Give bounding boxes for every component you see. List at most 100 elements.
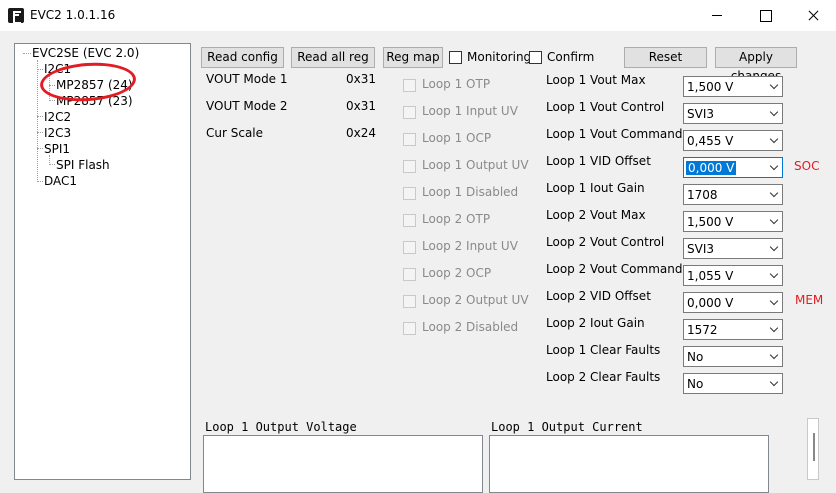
tree-connector bbox=[37, 60, 38, 182]
loop2-otp-label: Loop 2 OTP bbox=[422, 212, 491, 226]
chevron-down-icon bbox=[769, 269, 779, 279]
loop1-output-uv-label: Loop 1 Output UV bbox=[422, 158, 529, 172]
tree-connector bbox=[49, 164, 55, 165]
close-button[interactable] bbox=[790, 0, 836, 31]
tree-connector bbox=[49, 100, 55, 101]
chevron-down-icon bbox=[769, 242, 779, 252]
loop2-vout-control-select[interactable]: SVI3 bbox=[683, 238, 783, 259]
loop1-iout-gain-select[interactable]: 1708 bbox=[683, 184, 783, 205]
loop1-otp-label: Loop 1 OTP bbox=[422, 77, 491, 91]
reset-button[interactable]: Reset bbox=[624, 47, 707, 68]
vout-mode-1-value: 0x31 bbox=[346, 72, 377, 86]
title-bar: EVC2 1.0.1.16 bbox=[0, 0, 836, 31]
device-tree[interactable]: EVC2SE (EVC 2.0) I2C1 MP2857 (24) MP2857… bbox=[14, 43, 191, 480]
loop2-vout-control-label: Loop 2 Vout Control bbox=[546, 235, 665, 249]
read-config-button[interactable]: Read config bbox=[201, 47, 284, 68]
tree-item-spi1[interactable]: SPI1 bbox=[44, 142, 70, 156]
loop1-vout-max-value: 1,500 V bbox=[687, 80, 734, 94]
loop1-iout-gain-value: 1708 bbox=[687, 188, 718, 202]
loop1-vout-control-select[interactable]: SVI3 bbox=[683, 103, 783, 124]
tree-item-i2c2[interactable]: I2C2 bbox=[44, 110, 71, 124]
loop2-iout-gain-select[interactable]: 1572 bbox=[683, 319, 783, 340]
vout-mode-2-value: 0x31 bbox=[346, 99, 377, 113]
loop2-vid-offset-value: 0,000 V bbox=[687, 296, 734, 310]
app-icon bbox=[8, 8, 24, 24]
mem-annotation: MEM bbox=[795, 293, 824, 307]
loop1-vout-max-select[interactable]: 1,500 V bbox=[683, 76, 783, 97]
output-current-title: Loop 1 Output Current bbox=[491, 420, 643, 434]
chevron-down-icon bbox=[769, 296, 779, 306]
loop2-vout-max-label: Loop 2 Vout Max bbox=[546, 208, 646, 222]
tree-connector bbox=[23, 53, 31, 54]
loop2-clear-faults-value: No bbox=[687, 377, 704, 391]
maximize-button[interactable] bbox=[742, 0, 788, 31]
vout-mode-1-label: VOUT Mode 1 bbox=[206, 72, 288, 86]
tree-item-dac1[interactable]: DAC1 bbox=[44, 174, 77, 188]
loop1-clear-faults-label: Loop 1 Clear Faults bbox=[546, 343, 661, 357]
cur-scale-label: Cur Scale bbox=[206, 126, 264, 140]
output-current-graph bbox=[489, 435, 769, 493]
tree-connector bbox=[37, 132, 43, 133]
chevron-down-icon bbox=[769, 350, 779, 360]
tree-connector bbox=[37, 69, 43, 70]
loop2-vout-max-value: 1,500 V bbox=[687, 215, 734, 229]
output-voltage-graph bbox=[203, 435, 483, 493]
soc-annotation: SOC bbox=[794, 159, 820, 173]
tree-item-spi-flash[interactable]: SPI Flash bbox=[56, 158, 110, 172]
loop2-clear-faults-select[interactable]: No bbox=[683, 373, 783, 394]
reg-map-button[interactable]: Reg map bbox=[383, 47, 443, 68]
chevron-down-icon bbox=[769, 188, 779, 198]
loop1-input-uv-checkbox bbox=[403, 106, 416, 119]
vout-mode-2-label: VOUT Mode 2 bbox=[206, 99, 288, 113]
chevron-down-icon bbox=[769, 323, 779, 333]
window-title: EVC2 1.0.1.16 bbox=[30, 8, 116, 22]
loop1-disabled-label: Loop 1 Disabled bbox=[422, 185, 519, 199]
loop2-input-uv-label: Loop 2 Input UV bbox=[422, 239, 518, 253]
tree-connector bbox=[37, 116, 43, 117]
loop2-iout-gain-value: 1572 bbox=[687, 323, 718, 337]
loop2-disabled-checkbox bbox=[403, 322, 416, 335]
loop2-vout-command-select[interactable]: 1,055 V bbox=[683, 265, 783, 286]
loop2-disabled-label: Loop 2 Disabled bbox=[422, 320, 519, 334]
loop1-ocp-label: Loop 1 OCP bbox=[422, 131, 492, 145]
loop2-vid-offset-select[interactable]: 0,000 V bbox=[683, 292, 783, 313]
read-all-reg-button[interactable]: Read all reg bbox=[291, 47, 375, 68]
loop2-iout-gain-label: Loop 2 Iout Gain bbox=[546, 316, 645, 330]
loop1-clear-faults-select[interactable]: No bbox=[683, 346, 783, 367]
loop2-otp-checkbox bbox=[403, 214, 416, 227]
loop1-vout-max-label: Loop 1 Vout Max bbox=[546, 73, 646, 87]
loop1-vout-control-label: Loop 1 Vout Control bbox=[546, 100, 665, 114]
chevron-down-icon bbox=[769, 80, 779, 90]
tree-item-evc2se[interactable]: EVC2SE (EVC 2.0) bbox=[32, 46, 139, 60]
apply-changes-button[interactable]: Apply changes bbox=[715, 47, 797, 83]
loop1-ocp-checkbox bbox=[403, 133, 416, 146]
loop1-vid-offset-select[interactable]: 0,000 V bbox=[683, 157, 783, 178]
loop2-vout-command-value: 1,055 V bbox=[687, 269, 734, 283]
chevron-down-icon bbox=[769, 377, 779, 387]
tree-item-i2c3[interactable]: I2C3 bbox=[44, 126, 71, 140]
minimize-button[interactable] bbox=[694, 0, 740, 31]
loop2-vout-max-select[interactable]: 1,500 V bbox=[683, 211, 783, 232]
vertical-scrollbar[interactable] bbox=[807, 418, 819, 480]
loop2-ocp-label: Loop 2 OCP bbox=[422, 266, 492, 280]
loop1-otp-checkbox bbox=[403, 79, 416, 92]
loop1-vout-control-value: SVI3 bbox=[687, 107, 714, 121]
loop1-input-uv-label: Loop 1 Input UV bbox=[422, 104, 518, 118]
loop2-ocp-checkbox bbox=[403, 268, 416, 281]
tree-connector bbox=[37, 148, 43, 149]
loop1-clear-faults-value: No bbox=[687, 350, 704, 364]
confirm-checkbox[interactable] bbox=[529, 51, 542, 64]
loop2-clear-faults-label: Loop 2 Clear Faults bbox=[546, 370, 661, 384]
cur-scale-value: 0x24 bbox=[346, 126, 377, 140]
monitoring-checkbox[interactable] bbox=[449, 51, 462, 64]
loop1-vid-offset-label: Loop 1 VID Offset bbox=[546, 154, 651, 168]
loop2-vid-offset-label: Loop 2 VID Offset bbox=[546, 289, 651, 303]
loop2-input-uv-checkbox bbox=[403, 241, 416, 254]
loop1-vout-command-select[interactable]: 0,455 V bbox=[683, 130, 783, 151]
confirm-label[interactable]: Confirm bbox=[547, 50, 594, 64]
loop2-vout-command-label: Loop 2 Vout Command bbox=[546, 262, 683, 276]
monitoring-label[interactable]: Monitoring bbox=[467, 50, 531, 64]
chevron-down-icon bbox=[769, 215, 779, 225]
loop1-vid-offset-value: 0,000 V bbox=[686, 161, 737, 175]
loop1-vout-command-label: Loop 1 Vout Command bbox=[546, 127, 683, 141]
